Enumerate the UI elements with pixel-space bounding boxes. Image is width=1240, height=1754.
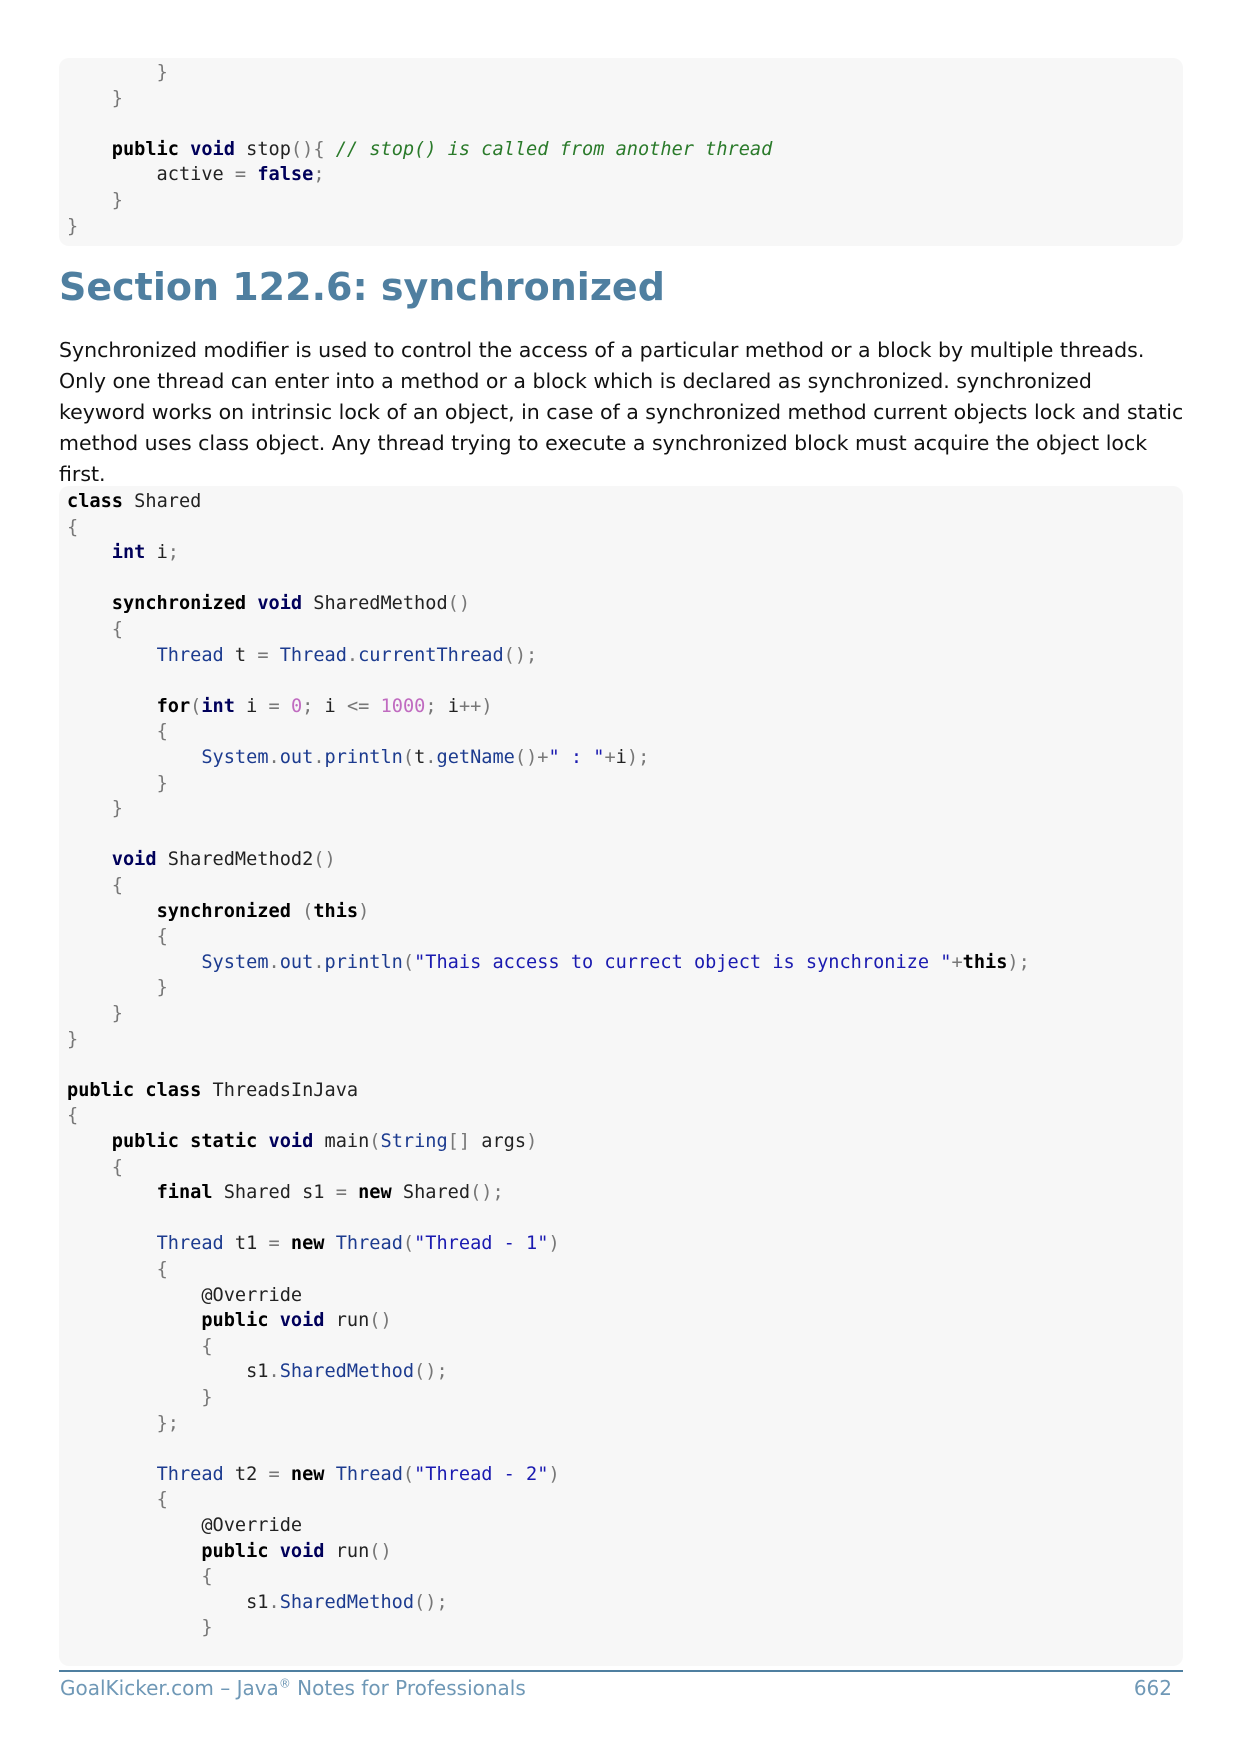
code-line: { — [201, 1566, 213, 1588]
code-line: } — [201, 1617, 213, 1639]
footer-title-suffix: Notes for Professionals — [290, 1676, 526, 1700]
code-block-top: } } public void stop(){ // stop() is cal… — [59, 58, 1183, 246]
code-line: void SharedMethod2() — [111, 849, 336, 871]
section-heading: Section 122.6: synchronized — [59, 265, 665, 309]
footer-title-prefix: GoalKicker.com – Java — [60, 1676, 279, 1700]
code-line: { — [201, 1335, 213, 1357]
registered-mark: ® — [278, 1676, 291, 1691]
code-line: Thread t2 = new Thread("Thread - 2") — [156, 1463, 560, 1485]
code-line: active = false; — [67, 164, 325, 186]
footer-title: GoalKicker.com – Java® Notes for Profess… — [60, 1676, 526, 1700]
code-line: public class ThreadsInJava — [67, 1079, 359, 1101]
code-line: } — [201, 1387, 213, 1408]
code-line: @Override — [67, 1284, 303, 1306]
code-line: } — [111, 87, 123, 109]
code-line: @Override — [67, 1515, 303, 1536]
code-line: } — [156, 977, 168, 999]
code-line: public static void main(String[] args) — [111, 1131, 538, 1152]
code-line: synchronized (this) — [156, 900, 370, 922]
code-line: class Shared — [67, 491, 202, 512]
code-line: } — [111, 190, 123, 211]
code-line: } — [111, 798, 123, 820]
code-line: }; — [156, 1412, 179, 1434]
code-line: } — [67, 215, 79, 237]
code-line: { — [111, 619, 123, 640]
code-line: } — [156, 772, 168, 794]
code-line: { — [156, 1259, 168, 1280]
code-line: System.out.println(t.getName()+" : "+i); — [201, 747, 650, 768]
code-line: final Shared s1 = new Shared(); — [156, 1182, 504, 1204]
code-line: synchronized void SharedMethod() — [111, 593, 471, 615]
page-number: 662 — [1133, 1676, 1172, 1700]
code-line: { — [67, 1105, 79, 1127]
code-line: public void run() — [201, 1310, 392, 1332]
code-line: { — [156, 926, 168, 948]
code-line: { — [156, 1489, 168, 1511]
code-line: { — [111, 875, 123, 896]
code-block-main: class Shared { int i; synchronized void S… — [59, 486, 1183, 1666]
code-line: Thread t1 = new Thread("Thread - 1") — [156, 1233, 560, 1255]
code-line: public void stop(){ // stop() is called … — [111, 138, 773, 160]
code-line: System.out.println("Thais access to curr… — [201, 951, 1030, 973]
code-line: { — [67, 516, 79, 538]
code-line: { — [111, 1156, 123, 1178]
code-line: } — [111, 1003, 123, 1024]
code-line: { — [156, 721, 168, 743]
code-line: } — [67, 1028, 79, 1050]
code-line: public void run() — [201, 1540, 392, 1562]
code-line: s1.SharedMethod(); — [67, 1591, 448, 1613]
code-line: int i; — [111, 542, 179, 564]
section-paragraph: Synchronized modifier is used to control… — [59, 338, 1184, 486]
footer-rule — [59, 1670, 1183, 1672]
code-line: s1.SharedMethod(); — [67, 1361, 448, 1383]
code-line: } — [156, 62, 168, 83]
code-line: for(int i = 0; i <= 1000; i++) — [156, 695, 493, 717]
code-line: Thread t = Thread.currentThread(); — [156, 644, 538, 666]
